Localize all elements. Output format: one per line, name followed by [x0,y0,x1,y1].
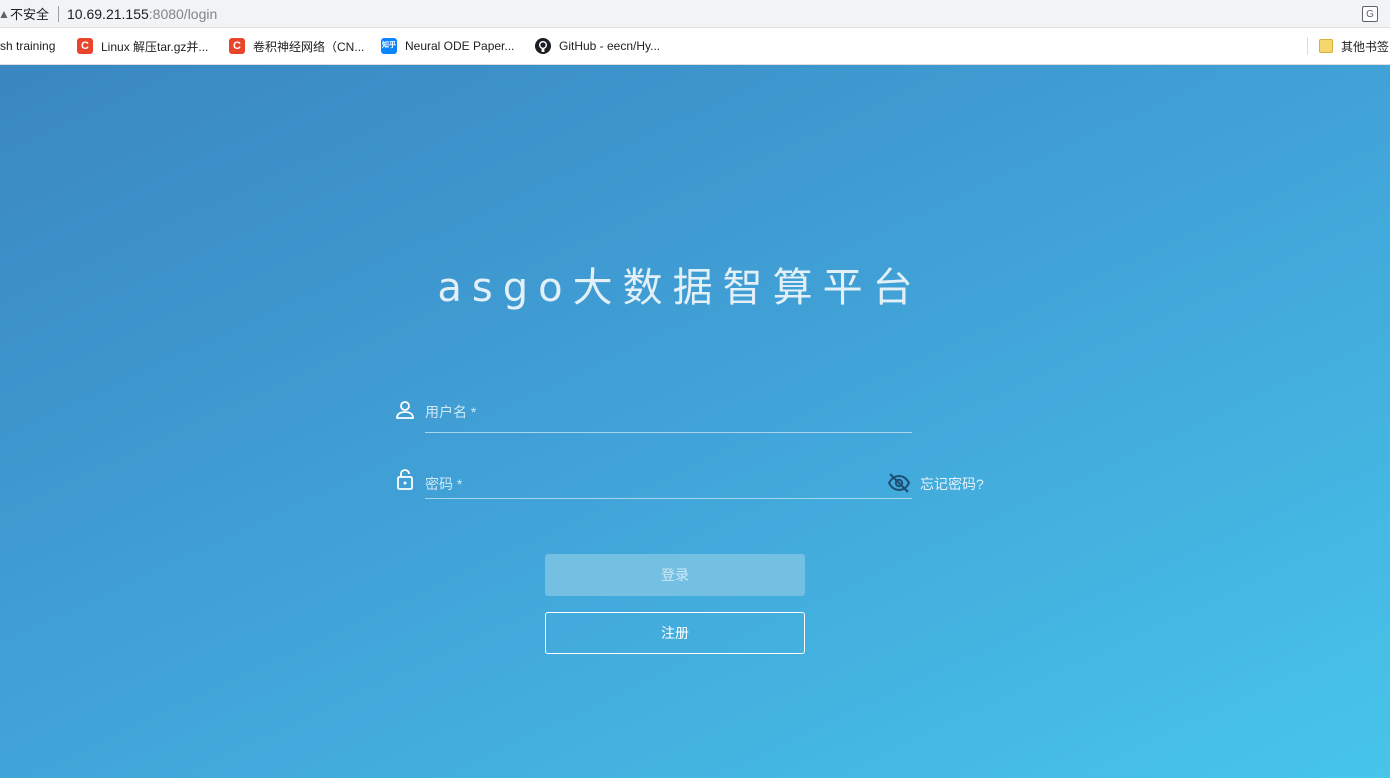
password-field[interactable]: 密码 * [394,459,912,499]
bookmarks-bar: sh training C Linux 解压tar.gz并... C 卷积神经网… [0,28,1390,65]
security-label[interactable]: 不安全 [10,4,49,23]
bookmark-label: Linux 解压tar.gz并... [101,39,209,54]
password-label: 密码 * [425,476,463,492]
bookmark-label: GitHub - eecn/Hy... [559,39,661,53]
bookmark-sh-training[interactable]: sh training [0,38,55,54]
bookmark-neural-ode[interactable]: 知乎 Neural ODE Paper... [381,38,514,54]
login-page: asgo大数据智算平台 用户名 * 密码 * 忘记密码? 登录 注册 [0,65,1390,778]
login-button[interactable]: 登录 [545,554,805,596]
bookmark-cnn[interactable]: C 卷积神经网络（CN... [229,38,364,54]
bookmarks-divider [1307,37,1308,55]
url-host[interactable]: 10.69.21.155 [67,6,149,22]
warning-icon[interactable]: ▲ [0,7,8,21]
bookmark-other-folder[interactable]: 其他书签 [1319,38,1389,54]
visibility-off-icon[interactable] [886,472,912,494]
user-icon [396,401,414,419]
translate-icon[interactable]: G [1362,6,1378,22]
lock-icon [397,469,413,490]
folder-icon [1319,39,1333,53]
password-underline [425,498,912,499]
bookmark-linux-tar[interactable]: C Linux 解压tar.gz并... [77,38,208,54]
username-label: 用户名 * [425,404,477,420]
address-divider [58,5,60,22]
bookmark-label: sh training [0,39,56,53]
username-field[interactable]: 用户名 * [394,393,912,433]
bookmark-label: 卷积神经网络（CN... [253,39,365,54]
register-button[interactable]: 注册 [545,612,805,654]
bookmark-label: Neural ODE Paper... [405,39,515,53]
github-icon [535,38,551,54]
bookmark-github[interactable]: GitHub - eecn/Hy... [535,38,660,54]
bookmark-label: 其他书签 [1341,39,1390,54]
c-logo-icon: C [229,38,245,54]
zhihu-icon: 知乎 [381,38,397,54]
forgot-password-link[interactable]: 忘记密码? [920,474,984,494]
url-path[interactable]: :8080/login [149,6,218,22]
c-logo-icon: C [77,38,93,54]
address-bar[interactable]: ▲ 不安全 10.69.21.155:8080/login G [0,0,1390,28]
platform-title: asgo大数据智算平台 [437,265,923,311]
username-underline [425,432,912,433]
